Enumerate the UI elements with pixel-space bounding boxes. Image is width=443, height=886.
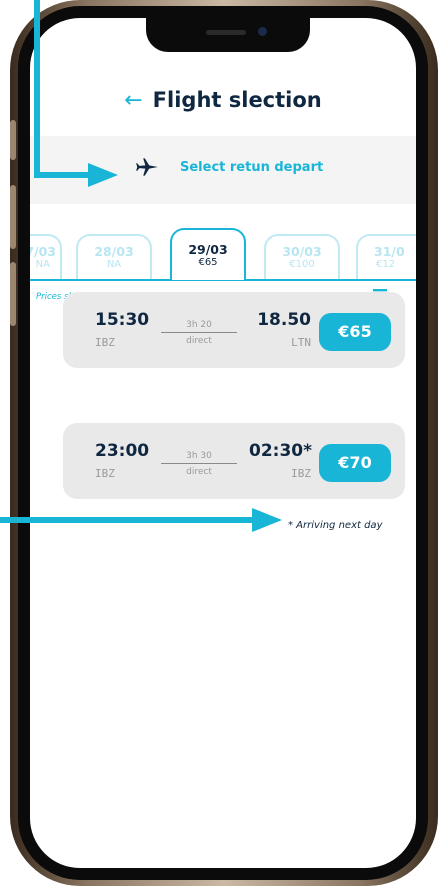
flight-stops: direct (186, 336, 212, 346)
flight-duration: 3h 30 (186, 451, 212, 461)
annotation-line (34, 0, 40, 178)
annotation-arrow-icon (252, 508, 282, 532)
phone-screen: ← Flight slection Select retun depart 7/0… (30, 18, 416, 868)
departure-time: 15:30 (95, 310, 150, 330)
date-tab[interactable]: 28/03 NA (76, 234, 152, 280)
route-line (161, 332, 237, 333)
phone-notch (146, 18, 310, 52)
phone-side-button (10, 185, 16, 249)
tab-price: €100 (289, 259, 315, 270)
tab-price: NA (106, 259, 122, 270)
tab-date: 29/03 (188, 242, 228, 257)
price-button[interactable]: €70 (319, 444, 391, 482)
route-line (161, 463, 237, 464)
tab-date: 7/03 (30, 244, 56, 259)
arrival-time: 18.50 (257, 310, 311, 330)
tab-price: €65 (198, 257, 218, 268)
page-title: Flight slection (152, 88, 322, 112)
origin-code: IBZ (95, 336, 115, 349)
annotation-arrow-icon (88, 163, 118, 187)
camera-icon (258, 27, 267, 36)
annotation-line (34, 172, 94, 178)
tab-price: €12 (376, 259, 396, 270)
annotation-line (0, 517, 258, 523)
flight-card[interactable]: 15:30 IBZ 3h 20 direct 18.50 LTN €65 (63, 292, 405, 368)
date-tab[interactable]: 31/0 €12 (356, 234, 416, 280)
arrival-time: 02:30* (249, 441, 313, 461)
origin-code: IBZ (95, 467, 115, 480)
flight-duration: 3h 20 (186, 320, 212, 330)
tab-date: 31/0 (374, 244, 405, 259)
back-arrow-icon[interactable]: ← (124, 88, 142, 113)
destination-code: LTN (291, 336, 311, 349)
arriving-next-day-note: * Arriving next day (288, 520, 383, 531)
flight-stops: direct (186, 467, 212, 477)
flight-card[interactable]: 23:00 IBZ 3h 30 direct 02:30* IBZ €70 (63, 423, 405, 499)
speaker-grille (206, 30, 246, 35)
departure-time: 23:00 (95, 441, 150, 461)
date-tabs: 7/03 NA 28/03 NA 29/03 €65 30/03 €100 31… (30, 228, 416, 286)
phone-side-button (10, 262, 16, 326)
page-header: ← Flight slection (30, 88, 416, 113)
price-button[interactable]: €65 (319, 313, 391, 351)
date-tab-selected[interactable]: 29/03 €65 (170, 228, 246, 280)
tab-date: 28/03 (94, 244, 134, 259)
date-tab[interactable]: 30/03 €100 (264, 234, 340, 280)
tab-date: 30/03 (282, 244, 322, 259)
destination-code: IBZ (291, 467, 311, 480)
tab-price: NA (35, 259, 50, 270)
select-return-label: Select retun depart (180, 160, 324, 175)
airplane-icon (136, 158, 158, 176)
date-tab[interactable]: 7/03 NA (30, 234, 62, 280)
phone-side-button (10, 120, 16, 160)
